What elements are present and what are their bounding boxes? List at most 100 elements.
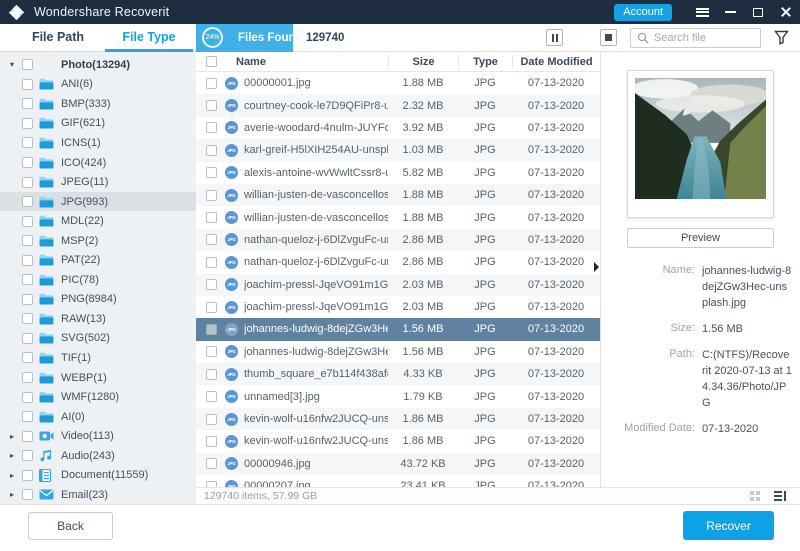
- search-box[interactable]: [630, 28, 761, 48]
- filter-icon[interactable]: [774, 30, 789, 45]
- checkbox[interactable]: [22, 313, 33, 325]
- table-row[interactable]: JPG joachim-pressl-JqeVO91m1Go-unspl... 2.…: [196, 273, 600, 296]
- checkbox[interactable]: [206, 435, 217, 447]
- sidebar-item[interactable]: BMP(333): [0, 94, 196, 114]
- table-row[interactable]: JPG nathan-queloz-j-6DlZvguFc-unsplash...…: [196, 251, 600, 273]
- column-name[interactable]: Name: [236, 56, 266, 68]
- table-row[interactable]: JPG 00000207.jpg 23.41 KB JPG 07-13-2020: [196, 475, 600, 487]
- checkbox[interactable]: [22, 274, 33, 286]
- checkbox[interactable]: [22, 215, 33, 227]
- table-row[interactable]: JPG nathan-queloz-j-6DlZvguFc-unsplash...…: [196, 228, 600, 252]
- minimize-button[interactable]: [716, 0, 744, 24]
- table-row[interactable]: JPG johannes-ludwig-8dejZGw3Hec-unsp... 1.…: [196, 341, 600, 363]
- sidebar-item[interactable]: PNG(8984): [0, 290, 196, 310]
- checkbox[interactable]: [22, 430, 33, 442]
- checkbox[interactable]: [206, 413, 217, 425]
- checkbox[interactable]: [22, 235, 33, 247]
- sidebar-item[interactable]: ICNS(1): [0, 133, 196, 153]
- checkbox[interactable]: [22, 59, 33, 71]
- sidebar-item[interactable]: ▸ Video(113): [0, 426, 196, 446]
- checkbox[interactable]: [22, 176, 33, 188]
- table-row[interactable]: JPG thumb_square_e7b114f438afdd40e0... 4.3…: [196, 363, 600, 386]
- checkbox[interactable]: [22, 372, 33, 384]
- table-row[interactable]: JPG averie-woodard-4nulm-JUYFo-unspla... 3…: [196, 117, 600, 139]
- table-row[interactable]: JPG johannes-ludwig-8dejZGw3Hec-unsp... 1.…: [196, 318, 600, 341]
- collapse-panel-arrow-icon[interactable]: [594, 262, 599, 272]
- stop-scan-button[interactable]: [600, 29, 617, 46]
- sidebar-item[interactable]: GIF(621): [0, 114, 196, 134]
- checkbox[interactable]: [22, 411, 33, 423]
- table-row[interactable]: JPG unnamed[3].jpg 1.79 KB JPG 07-13-2020: [196, 385, 600, 407]
- checkbox[interactable]: [22, 98, 33, 110]
- sidebar-item[interactable]: PAT(22): [0, 250, 196, 270]
- checkbox[interactable]: [22, 157, 33, 168]
- sidebar-item[interactable]: WMF(1280): [0, 387, 196, 407]
- preview-button[interactable]: Preview: [627, 228, 774, 248]
- tab-file-type[interactable]: File Type: [105, 24, 193, 52]
- checkbox[interactable]: [206, 346, 217, 358]
- menu-icon[interactable]: [688, 0, 716, 24]
- pause-scan-button[interactable]: [546, 29, 563, 46]
- account-button[interactable]: Account: [614, 3, 672, 21]
- table-row[interactable]: JPG kevin-wolf-u16nfw2JUCQ-unsplash.jpg 1.…: [196, 430, 600, 452]
- checkbox[interactable]: [22, 137, 33, 149]
- sidebar-item[interactable]: RAW(13): [0, 309, 196, 329]
- back-button[interactable]: Back: [28, 512, 113, 540]
- checkbox[interactable]: [22, 254, 33, 266]
- checkbox[interactable]: [206, 100, 217, 112]
- sidebar-item[interactable]: ANI(6): [0, 75, 196, 95]
- checkbox[interactable]: [206, 189, 217, 201]
- sidebar-item[interactable]: JPEG(11): [0, 172, 196, 192]
- grid-view-icon[interactable]: [750, 491, 760, 501]
- column-type[interactable]: Type: [458, 54, 512, 69]
- checkbox[interactable]: [22, 196, 33, 208]
- close-button[interactable]: [772, 0, 800, 24]
- checkbox[interactable]: [206, 391, 217, 403]
- sidebar-item[interactable]: AI(0): [0, 407, 196, 427]
- sidebar-item[interactable]: PIC(78): [0, 270, 196, 290]
- sidebar-item-photo[interactable]: ▾ Photo(13294): [0, 55, 196, 75]
- search-input[interactable]: [654, 32, 760, 44]
- list-view-icon[interactable]: [774, 491, 786, 501]
- table-row[interactable]: JPG willian-justen-de-vasconcellos-6SGa..…: [196, 206, 600, 228]
- checkbox[interactable]: [206, 368, 217, 380]
- checkbox[interactable]: [22, 117, 33, 129]
- checkbox[interactable]: [206, 256, 217, 268]
- checkbox[interactable]: [22, 352, 33, 364]
- checkbox[interactable]: [206, 167, 217, 179]
- sidebar-item[interactable]: TIF(1): [0, 348, 196, 368]
- maximize-button[interactable]: [744, 0, 772, 24]
- table-row[interactable]: JPG courtney-cook-le7D9QFiPr8-unsplas... 2…: [196, 94, 600, 117]
- table-row[interactable]: JPG kevin-wolf-u16nfw2JUCQ-unsplash.jpg 1.…: [196, 407, 600, 431]
- checkbox[interactable]: [22, 391, 33, 403]
- checkbox[interactable]: [22, 450, 33, 462]
- checkbox[interactable]: [22, 469, 33, 481]
- checkbox[interactable]: [206, 458, 217, 470]
- checkbox[interactable]: [206, 122, 217, 134]
- column-size[interactable]: Size: [388, 54, 458, 69]
- sidebar-item[interactable]: MSP(2): [0, 231, 196, 251]
- sidebar-item[interactable]: JPG(993): [0, 191, 196, 212]
- table-row[interactable]: JPG 00000946.jpg 43.72 KB JPG 07-13-2020: [196, 452, 600, 476]
- sidebar-item[interactable]: MDL(22): [0, 211, 196, 231]
- checkbox[interactable]: [206, 77, 217, 89]
- table-row[interactable]: JPG joachim-pressl-JqeVO91m1Go-unspl... 2.…: [196, 296, 600, 318]
- tab-file-path[interactable]: File Path: [14, 24, 102, 52]
- checkbox[interactable]: [206, 301, 217, 313]
- select-all-checkbox[interactable]: [206, 56, 217, 67]
- table-row[interactable]: JPG karl-greif-H5lXIH254AU-unsplash.jpg 1.…: [196, 139, 600, 162]
- checkbox[interactable]: [206, 323, 217, 335]
- checkbox[interactable]: [206, 234, 217, 246]
- column-date-modified[interactable]: Date Modified: [512, 54, 600, 69]
- table-row[interactable]: JPG alexis-antoine-wvWwltCssr8-unsplas...…: [196, 162, 600, 184]
- checkbox[interactable]: [22, 293, 33, 305]
- chevron-right-icon[interactable]: ▸: [7, 490, 17, 499]
- checkbox[interactable]: [22, 78, 33, 90]
- checkbox[interactable]: [206, 212, 217, 224]
- chevron-down-icon[interactable]: ▾: [7, 60, 17, 69]
- chevron-right-icon[interactable]: ▸: [7, 451, 17, 460]
- checkbox[interactable]: [22, 489, 33, 501]
- recover-button[interactable]: Recover: [683, 511, 774, 540]
- sidebar-item[interactable]: ▸ Email(23): [0, 485, 196, 504]
- table-row[interactable]: JPG 00000001.jpg 1.88 MB JPG 07-13-2020: [196, 72, 600, 94]
